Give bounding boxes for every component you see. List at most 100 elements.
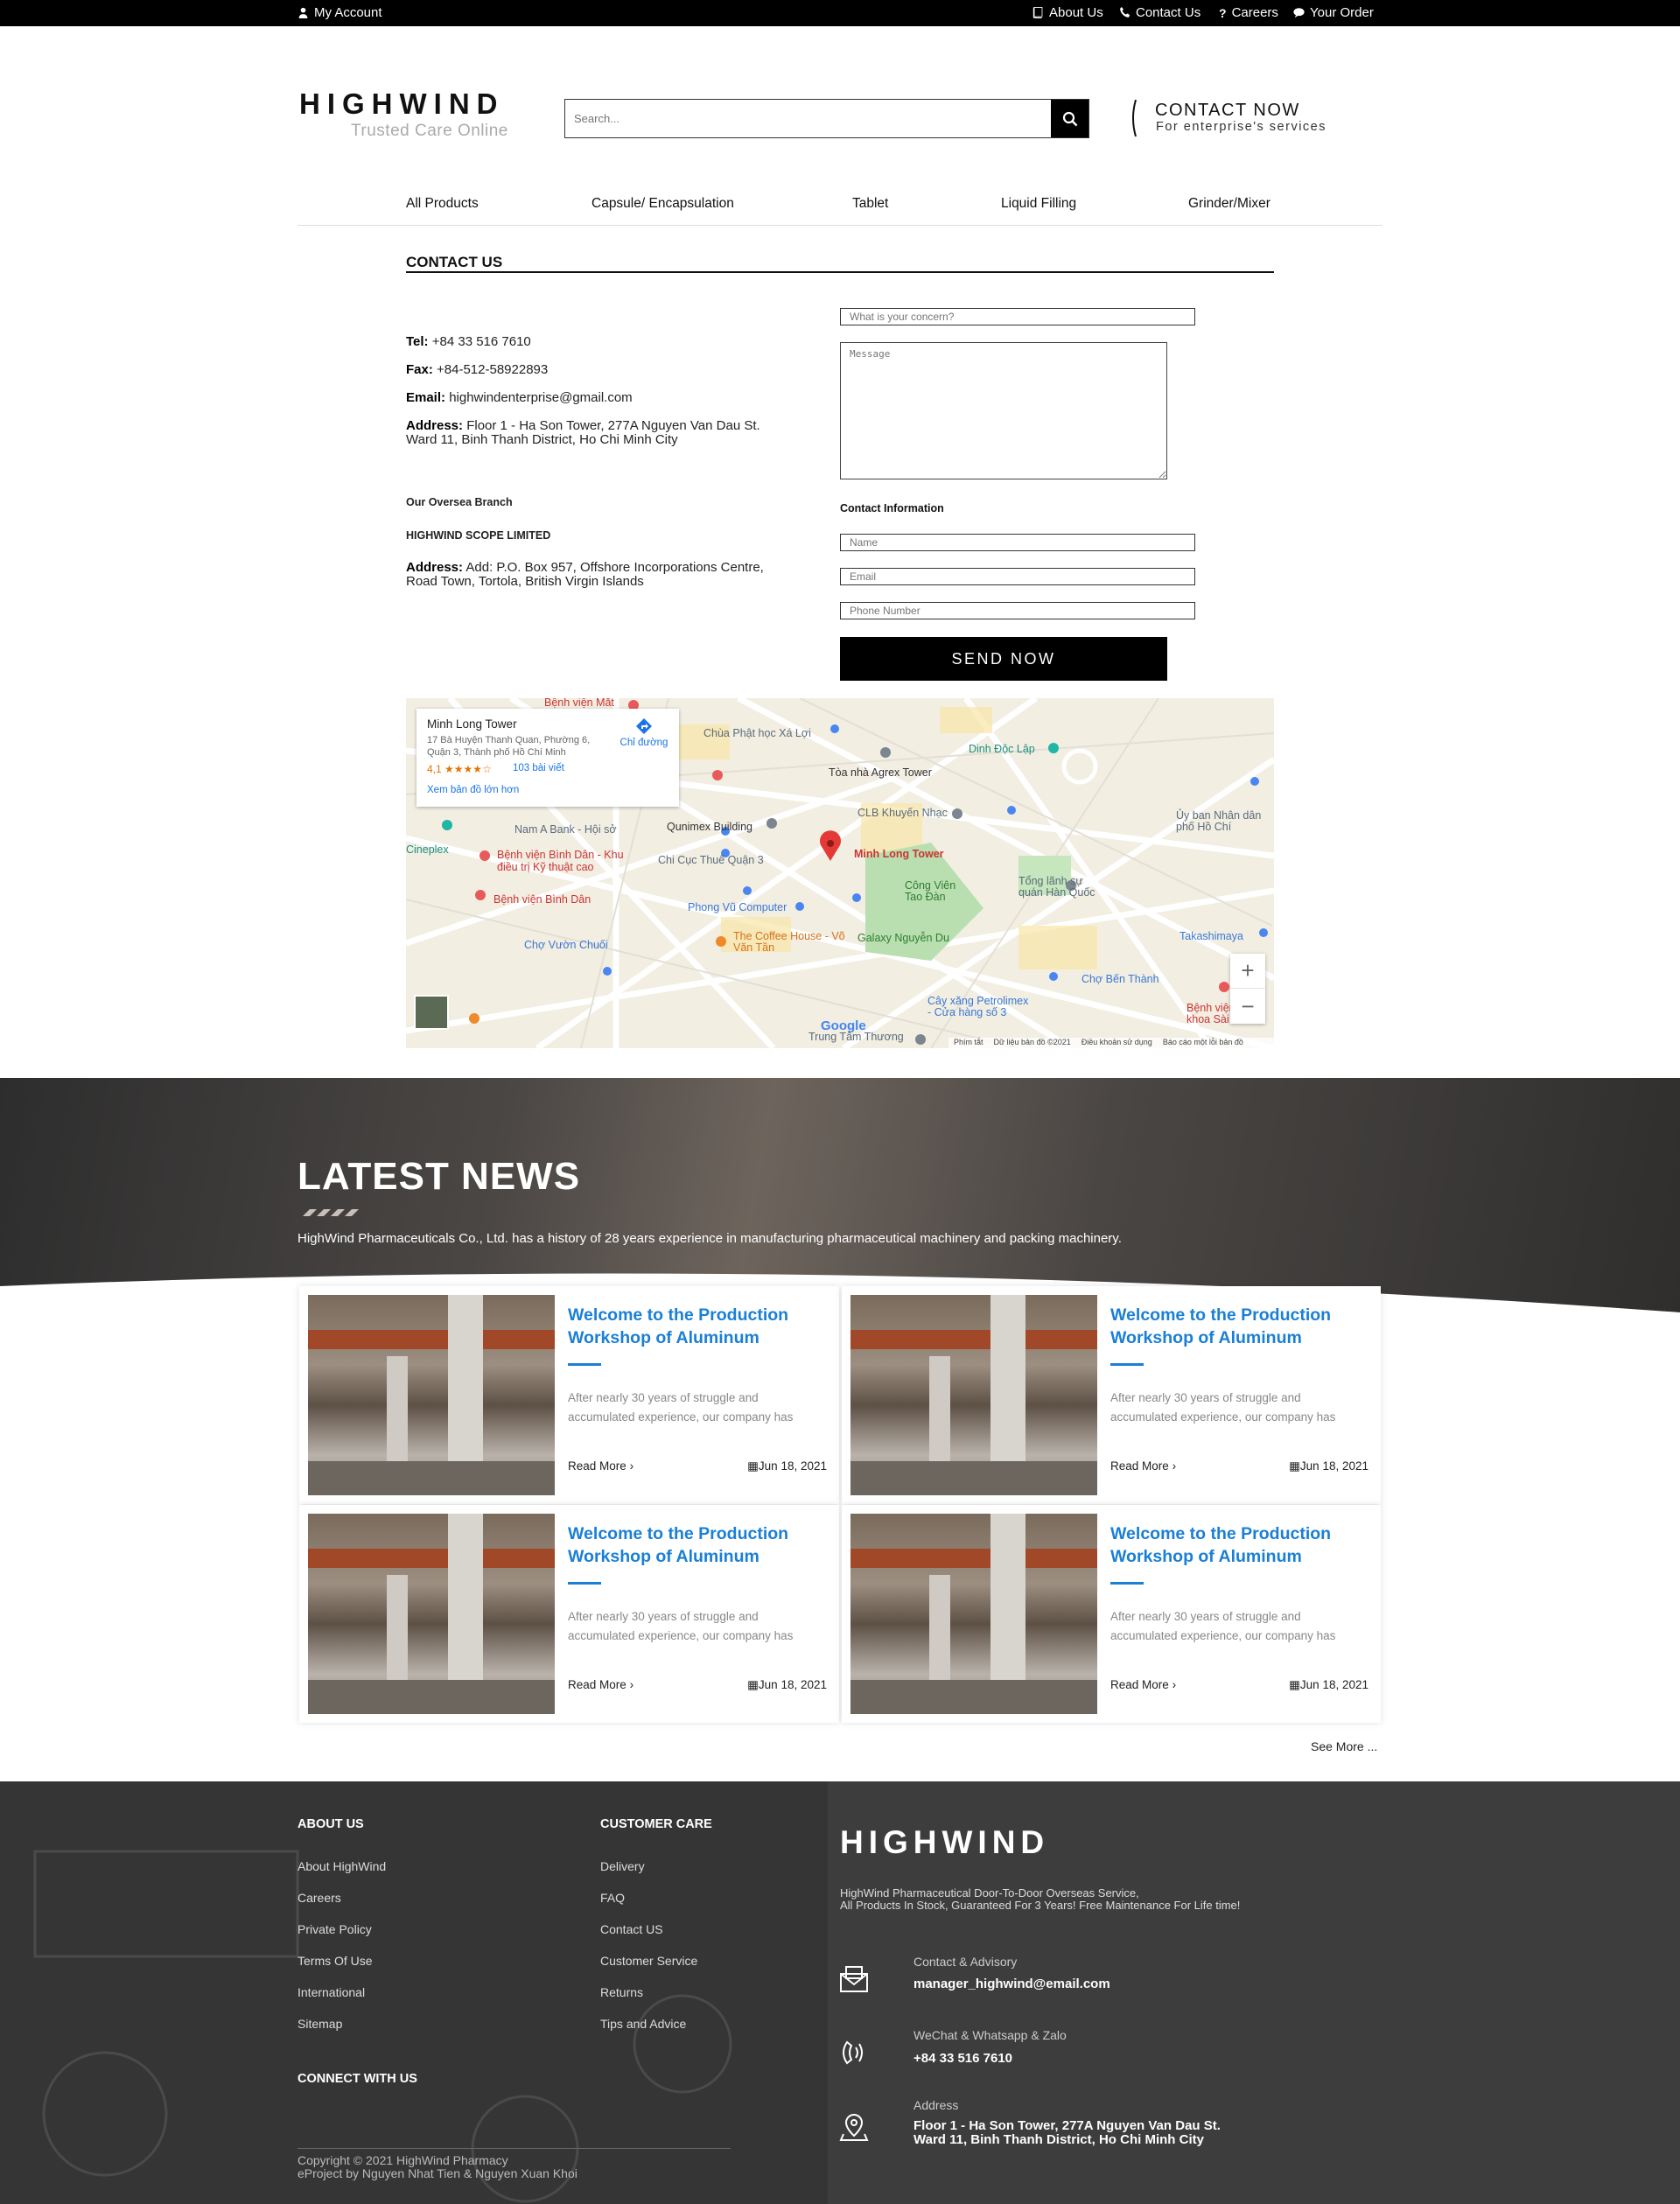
concern-input[interactable] [840, 308, 1195, 325]
footer-logo[interactable]: HIGHWIND [840, 1824, 1049, 1861]
map-shortcuts-link[interactable]: Phím tắt [954, 1038, 984, 1048]
news-card-image [850, 1514, 1097, 1714]
map-place-card: Minh Long Tower 17 Bà Huyện Thanh Quan, … [416, 709, 679, 807]
news-card-image [850, 1295, 1097, 1495]
search-input[interactable] [565, 100, 1051, 137]
nav-grinder-mixer[interactable]: Grinder/Mixer [1188, 196, 1270, 212]
map-place-address-1: 17 Bà Huyện Thanh Quan, Phường 6, [427, 735, 591, 745]
footer-advisory-label: Contact & Advisory [914, 1955, 1018, 1969]
news-card[interactable]: Welcome to the Production Workshop of Al… [842, 1505, 1381, 1723]
send-now-button[interactable]: SEND NOW [840, 637, 1167, 681]
news-card-title[interactable]: Welcome to the Production Workshop of Al… [1110, 1522, 1364, 1568]
footer-copyright-divider [298, 2148, 731, 2149]
footer-link-international[interactable]: International [298, 1985, 365, 1999]
map-label: CLB Khuyến Nhạc [858, 807, 948, 819]
my-account-link[interactable]: My Account [298, 5, 382, 20]
search-icon [1062, 111, 1077, 126]
workshop-photo [850, 1295, 1097, 1495]
footer-address-line-2: Ward 11, Binh Thanh District, Ho Chi Min… [914, 2132, 1204, 2147]
nav-tablet[interactable]: Tablet [852, 196, 888, 212]
footer-link-delivery[interactable]: Delivery [600, 1859, 645, 1873]
footer-link-about[interactable]: About HighWind [298, 1859, 386, 1873]
map-label: Chùa Phật học Xá Lợi [704, 727, 811, 739]
news-card[interactable]: Welcome to the Production Workshop of Al… [299, 1505, 839, 1723]
map-directions-label: Chỉ đường [620, 738, 668, 748]
map-terms-link[interactable]: Điều khoản sử dụng [1082, 1038, 1152, 1048]
oversea-branch-label: Our Oversea Branch [406, 496, 513, 508]
map-label: Cây xăng Petrolimex - Cửa hàng số 3 [928, 995, 1029, 1018]
map-bigger-link[interactable]: Xem bản đồ lớn hơn [427, 785, 519, 795]
map-reviews-link[interactable]: 103 bài viết [513, 763, 564, 773]
phone-input[interactable] [840, 602, 1195, 619]
footer-desc-line-2: All Products In Stock, Guaranteed For 3 … [840, 1899, 1241, 1912]
site-logo[interactable]: HIGHWIND [299, 87, 504, 121]
workshop-photo [308, 1514, 555, 1714]
footer-link-privacy[interactable]: Private Policy [298, 1922, 372, 1936]
map-label: Tòa nhà Agrex Tower [829, 766, 932, 779]
your-order-link[interactable]: Your Order [1293, 5, 1374, 20]
map-label: Chi Cục Thuế Quận 3 [658, 854, 764, 866]
address-value-2: Ward 11, Binh Thanh District, Ho Chi Min… [406, 432, 678, 447]
zoom-in-button[interactable]: + [1230, 954, 1265, 989]
footer-address-value: Floor 1 - Ha Son Tower, 277A Nguyen Van … [914, 2119, 1221, 2147]
footer-link-terms[interactable]: Terms Of Use [298, 1954, 373, 1968]
fax-line: Fax: +84-512-58922893 [406, 363, 548, 377]
map-label: Dinh Độc Lập [969, 743, 1035, 755]
email-input[interactable] [840, 568, 1195, 585]
map-label: Nam A Bank - Hội sở [514, 823, 617, 836]
map-place-address-2: Quận 3, Thành phố Hồ Chí Minh [427, 747, 566, 758]
name-input[interactable] [840, 534, 1195, 551]
footer-link-faq[interactable]: FAQ [600, 1891, 625, 1905]
footer-desc-line-1: HighWind Pharmaceutical Door-To-Door Ove… [840, 1886, 1139, 1900]
footer-link-careers[interactable]: Careers [298, 1891, 341, 1905]
contact-us-link[interactable]: Contact Us [1119, 5, 1200, 20]
news-card-title[interactable]: Welcome to the Production Workshop of Al… [568, 1522, 822, 1568]
footer-link-contact[interactable]: Contact US [600, 1922, 663, 1936]
news-card-title[interactable]: Welcome to the Production Workshop of Al… [1110, 1304, 1364, 1349]
footer-address-line-1: Floor 1 - Ha Son Tower, 277A Nguyen Van … [914, 2118, 1221, 2133]
message-textarea[interactable] [840, 342, 1167, 479]
footer-link-customer-service[interactable]: Customer Service [600, 1954, 697, 1968]
about-us-link[interactable]: About Us [1032, 5, 1103, 20]
footer-link-returns[interactable]: Returns [600, 1985, 643, 1999]
fax-value: +84-512-58922893 [437, 362, 549, 377]
site-tagline: Trusted Care Online [351, 122, 508, 140]
nav-liquid-filling[interactable]: Liquid Filling [1001, 196, 1076, 212]
map-report-link[interactable]: Báo cáo một lỗi bản đồ [1163, 1038, 1243, 1048]
footer-link-tips[interactable]: Tips and Advice [600, 2017, 686, 2031]
news-subtitle: HighWind Pharmaceuticals Co., Ltd. has a… [298, 1231, 1122, 1246]
news-card-accent [1110, 1582, 1144, 1585]
news-card-image [308, 1514, 555, 1714]
search-button[interactable] [1051, 100, 1088, 137]
footer-wechat-value[interactable]: +84 33 516 7610 [914, 2052, 1012, 2066]
nav-capsule[interactable]: Capsule/ Encapsulation [592, 196, 734, 212]
news-card-read-more[interactable]: Read More › [568, 1459, 634, 1473]
footer-link-sitemap[interactable]: Sitemap [298, 2017, 342, 2031]
see-more-link[interactable]: See More ... [1311, 1739, 1377, 1753]
map-data-text: Dữ liệu bản đồ ©2021 [993, 1038, 1071, 1046]
map-directions-button[interactable]: Chỉ đường [618, 717, 670, 748]
nav-all-products[interactable]: All Products [406, 196, 479, 212]
news-card-read-more[interactable]: Read More › [1110, 1678, 1176, 1691]
copyright-text: Copyright © 2021 HighWind Pharmacy [298, 2153, 508, 2167]
contact-now-title[interactable]: CONTACT NOW [1155, 101, 1300, 121]
news-card-read-more[interactable]: Read More › [568, 1678, 634, 1691]
map-label: Bệnh viện Bình Dân [494, 893, 592, 906]
map-pin-label: Minh Long Tower [854, 848, 944, 860]
oversea-address-value-1: Add: P.O. Box 957, Offshore Incorporatio… [466, 560, 764, 575]
news-title-decoration [303, 1209, 359, 1216]
news-card[interactable]: Welcome to the Production Workshop of Al… [299, 1286, 839, 1504]
news-card-excerpt: After nearly 30 years of struggle and ac… [568, 1391, 794, 1424]
footer-about-title: ABOUT US [298, 1817, 364, 1831]
footer-wechat-label: WeChat & Whatsapp & Zalo [914, 2028, 1067, 2042]
google-map[interactable]: Chùa Phật học Xá Lợi Dinh Độc Lập Tòa nh… [406, 698, 1274, 1048]
footer-advisory-value[interactable]: manager_highwind@email.com [914, 1977, 1110, 1991]
zoom-out-button[interactable]: − [1230, 989, 1265, 1024]
news-card[interactable]: Welcome to the Production Workshop of Al… [842, 1286, 1381, 1504]
question-icon: ? [1219, 5, 1227, 20]
news-card-title[interactable]: Welcome to the Production Workshop of Al… [568, 1304, 822, 1349]
careers-link[interactable]: ? Careers [1219, 5, 1278, 20]
your-order-label: Your Order [1310, 5, 1374, 20]
email-value: highwindenterprise@gmail.com [449, 390, 633, 405]
news-card-read-more[interactable]: Read More › [1110, 1459, 1176, 1473]
